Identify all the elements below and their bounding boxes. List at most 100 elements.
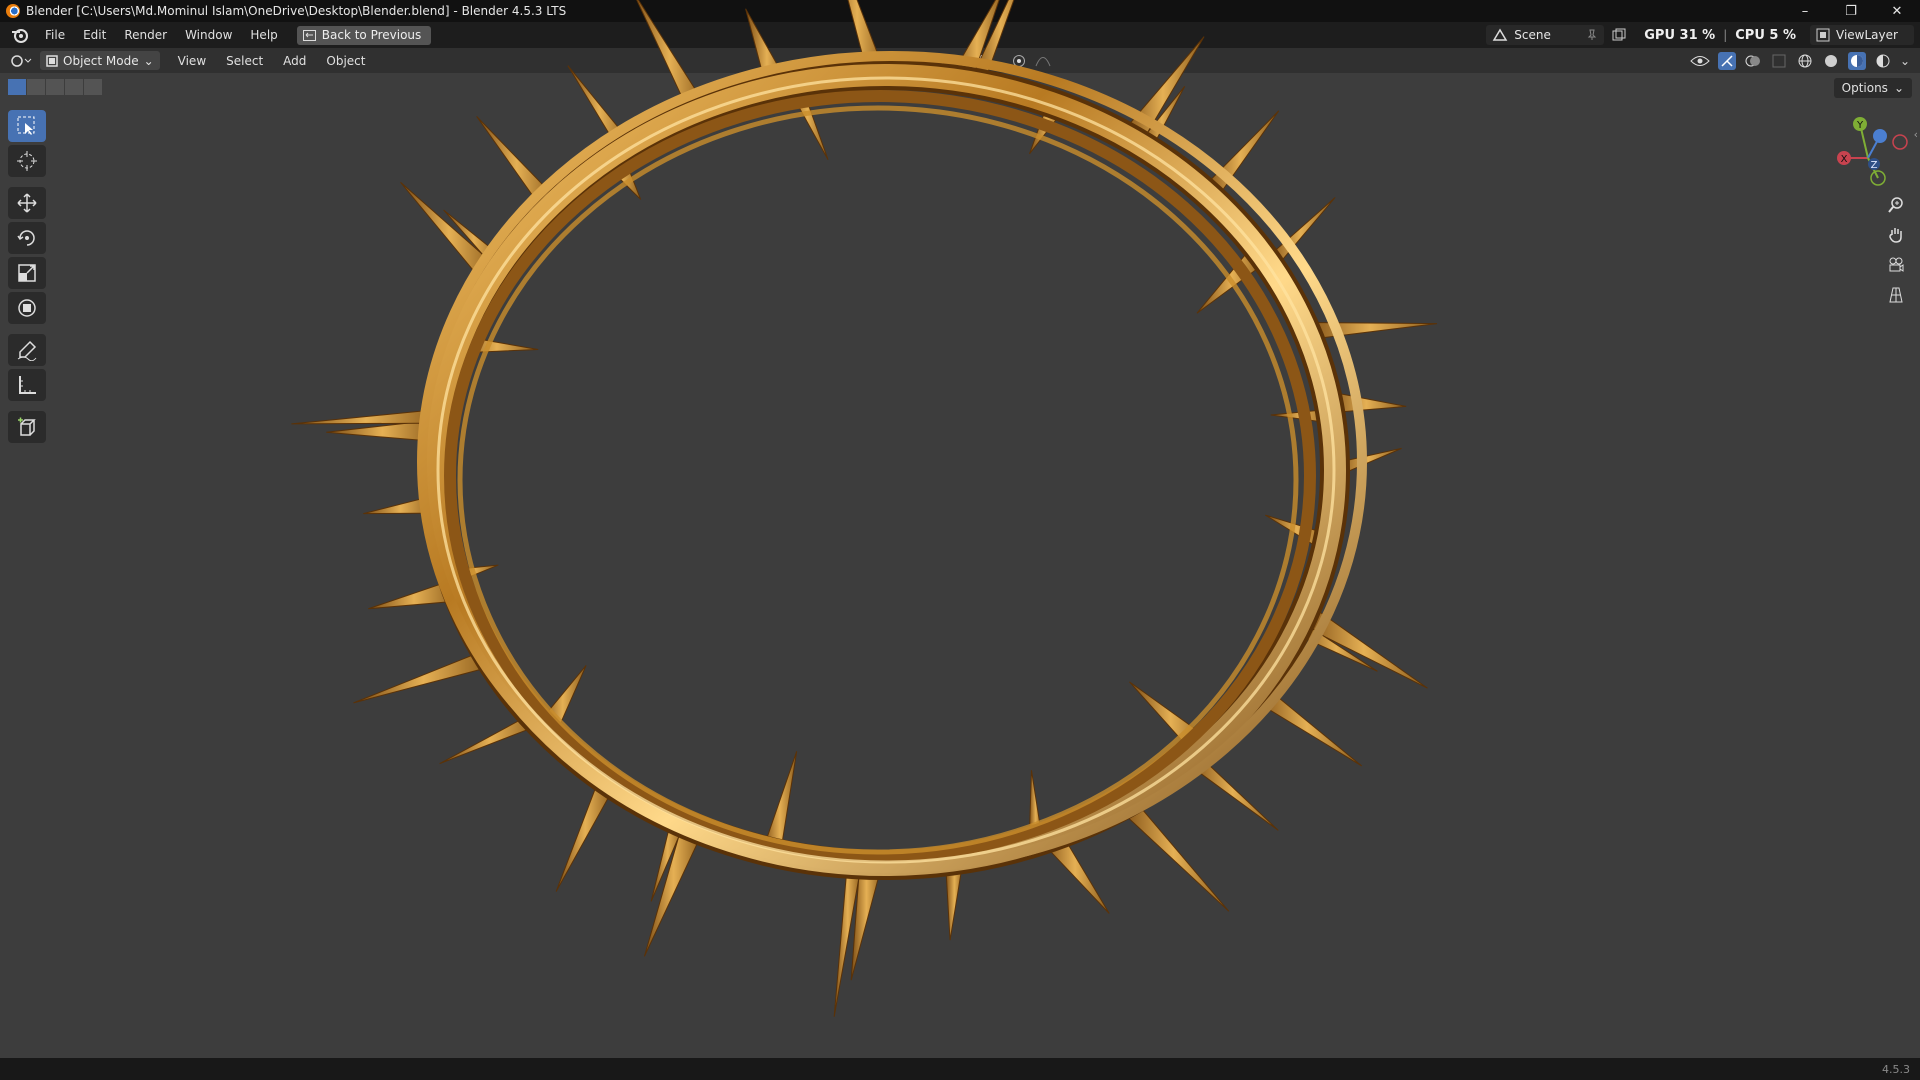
view-layer-name[interactable]: ViewLayer bbox=[1830, 28, 1908, 42]
new-scene-icon[interactable] bbox=[1610, 26, 1628, 44]
thorn-spike bbox=[945, 858, 964, 941]
thorn-spike bbox=[443, 209, 505, 272]
thorn-spike bbox=[1265, 514, 1330, 553]
menu-render[interactable]: Render bbox=[115, 28, 176, 42]
restore-button[interactable]: ❐ bbox=[1828, 0, 1874, 22]
menu-edit[interactable]: Edit bbox=[74, 28, 115, 42]
falloff-icon[interactable] bbox=[1034, 52, 1052, 70]
transform-orientation-label[interactable]: Global bbox=[858, 54, 896, 68]
minimize-button[interactable]: – bbox=[1782, 0, 1828, 22]
chevron-down-icon: ⌄ bbox=[1893, 81, 1904, 95]
separator-bar: | bbox=[1723, 28, 1728, 42]
thorn-spike bbox=[1299, 602, 1428, 689]
select-subtract-icon[interactable] bbox=[46, 79, 64, 95]
thorn-spike bbox=[1325, 390, 1407, 414]
thorn-spike bbox=[1040, 832, 1110, 914]
viewport-menu-select[interactable]: Select bbox=[216, 54, 273, 68]
annotate-icon bbox=[17, 340, 37, 361]
navigation-gizmo[interactable]: X Y Z bbox=[1828, 112, 1908, 192]
thorn-spike bbox=[762, 751, 798, 856]
rotate-icon bbox=[17, 230, 35, 246]
viewport-menu-object[interactable]: Object bbox=[316, 54, 375, 68]
gizmo-x-label: X bbox=[1841, 154, 1848, 165]
thorn-spike bbox=[1251, 683, 1363, 767]
thorn-spike bbox=[833, 863, 862, 1017]
thorn-spike bbox=[555, 774, 616, 892]
window-controls: – ❐ ✕ bbox=[1782, 0, 1920, 22]
close-button[interactable]: ✕ bbox=[1874, 0, 1920, 22]
gizmo-y-label: Y bbox=[1856, 120, 1864, 131]
thorn-spike bbox=[363, 494, 439, 515]
status-bar: 4.5.3 bbox=[0, 1058, 1920, 1080]
blender-menu-icon[interactable] bbox=[10, 25, 30, 45]
blender-logo-icon bbox=[6, 4, 20, 18]
thorn-spike bbox=[1265, 197, 1336, 272]
move-tool[interactable] bbox=[8, 187, 46, 219]
cursor-tool[interactable] bbox=[8, 145, 46, 177]
select-box-icon bbox=[17, 116, 35, 135]
visibility-eye-icon[interactable] bbox=[1690, 52, 1710, 70]
thorn-spike bbox=[291, 408, 441, 425]
transform-tool[interactable] bbox=[8, 292, 46, 324]
select-invert-icon[interactable] bbox=[65, 79, 83, 95]
snap-target-icon[interactable] bbox=[976, 52, 994, 70]
xray-toggle-icon[interactable] bbox=[1770, 52, 1788, 70]
thorn-spike bbox=[1029, 100, 1066, 155]
measure-tool[interactable] bbox=[8, 369, 46, 401]
proportional-editing-icon[interactable] bbox=[1010, 52, 1028, 70]
selection-mode-buttons bbox=[8, 79, 102, 95]
shading-material-icon[interactable] bbox=[1847, 51, 1866, 70]
editor-type-icon[interactable] bbox=[10, 52, 32, 70]
gpu-usage: GPU 31 % bbox=[1644, 27, 1716, 43]
pivot-point-icon[interactable] bbox=[928, 52, 946, 70]
gizmo-toggle-icon[interactable] bbox=[1717, 51, 1736, 70]
blender-version: 4.5.3 bbox=[1882, 1062, 1910, 1076]
viewport-header: Object Mode ⌄ View Select Add Object Glo… bbox=[0, 48, 1920, 73]
back-to-previous-button[interactable]: Back to Previous bbox=[296, 25, 432, 45]
viewport-menu-view[interactable]: View bbox=[168, 54, 216, 68]
thorn-spike bbox=[643, 821, 704, 957]
shading-solid-icon[interactable] bbox=[1822, 52, 1840, 70]
top-right-area: Scene GPU 31 % | CPU 5 % ViewLayer bbox=[1486, 22, 1920, 48]
chevron-down-icon: ⌄ bbox=[143, 53, 154, 68]
snap-icon[interactable] bbox=[952, 52, 970, 70]
mode-label: Object Mode bbox=[63, 53, 139, 68]
thorn-spike bbox=[1270, 408, 1333, 424]
add-cube-tool[interactable] bbox=[8, 411, 46, 443]
cursor-icon bbox=[17, 151, 37, 171]
options-dropdown[interactable]: Options ⌄ bbox=[1833, 78, 1912, 98]
menu-file[interactable]: File bbox=[36, 28, 74, 42]
camera-view-icon[interactable] bbox=[1882, 254, 1910, 276]
title-bar: Blender [C:\Users\Md.Mominul Islam\OneDr… bbox=[0, 0, 1920, 22]
select-box-tool[interactable] bbox=[8, 110, 46, 142]
screen-icon bbox=[302, 29, 316, 41]
mode-dropdown[interactable]: Object Mode ⌄ bbox=[40, 51, 160, 70]
select-new-icon[interactable] bbox=[8, 79, 26, 95]
scene-name[interactable]: Scene bbox=[1508, 28, 1586, 42]
thorn-spike bbox=[1186, 753, 1279, 831]
menu-help[interactable]: Help bbox=[241, 28, 286, 42]
scale-tool[interactable] bbox=[8, 257, 46, 289]
chevron-down-icon[interactable]: ⌄ bbox=[1900, 54, 1910, 68]
select-intersect-icon[interactable] bbox=[84, 79, 102, 95]
select-extend-icon[interactable] bbox=[27, 79, 45, 95]
view-layer-selector[interactable]: ViewLayer bbox=[1810, 25, 1914, 45]
scene-selector[interactable]: Scene bbox=[1486, 25, 1605, 45]
overlay-toggle-icon[interactable] bbox=[1744, 52, 1762, 70]
shading-wireframe-icon[interactable] bbox=[1796, 52, 1814, 70]
add-cube-icon bbox=[18, 417, 36, 436]
hand-pan-icon[interactable] bbox=[1882, 224, 1910, 246]
tool-shelf bbox=[8, 110, 46, 446]
annotate-tool[interactable] bbox=[8, 334, 46, 366]
orthographic-grid-icon[interactable] bbox=[1882, 284, 1910, 306]
scene-icon bbox=[1492, 28, 1508, 41]
shading-rendered-icon[interactable] bbox=[1874, 52, 1892, 70]
thorn-spike bbox=[650, 816, 685, 902]
pin-icon bbox=[1588, 29, 1597, 40]
thorn-spike bbox=[476, 115, 558, 214]
menu-window[interactable]: Window bbox=[176, 28, 241, 42]
viewport-menu-add[interactable]: Add bbox=[273, 54, 316, 68]
zoom-icon[interactable] bbox=[1882, 194, 1910, 216]
sidebar-toggle-icon[interactable]: ‹ bbox=[1914, 128, 1918, 141]
rotate-tool[interactable] bbox=[8, 222, 46, 254]
